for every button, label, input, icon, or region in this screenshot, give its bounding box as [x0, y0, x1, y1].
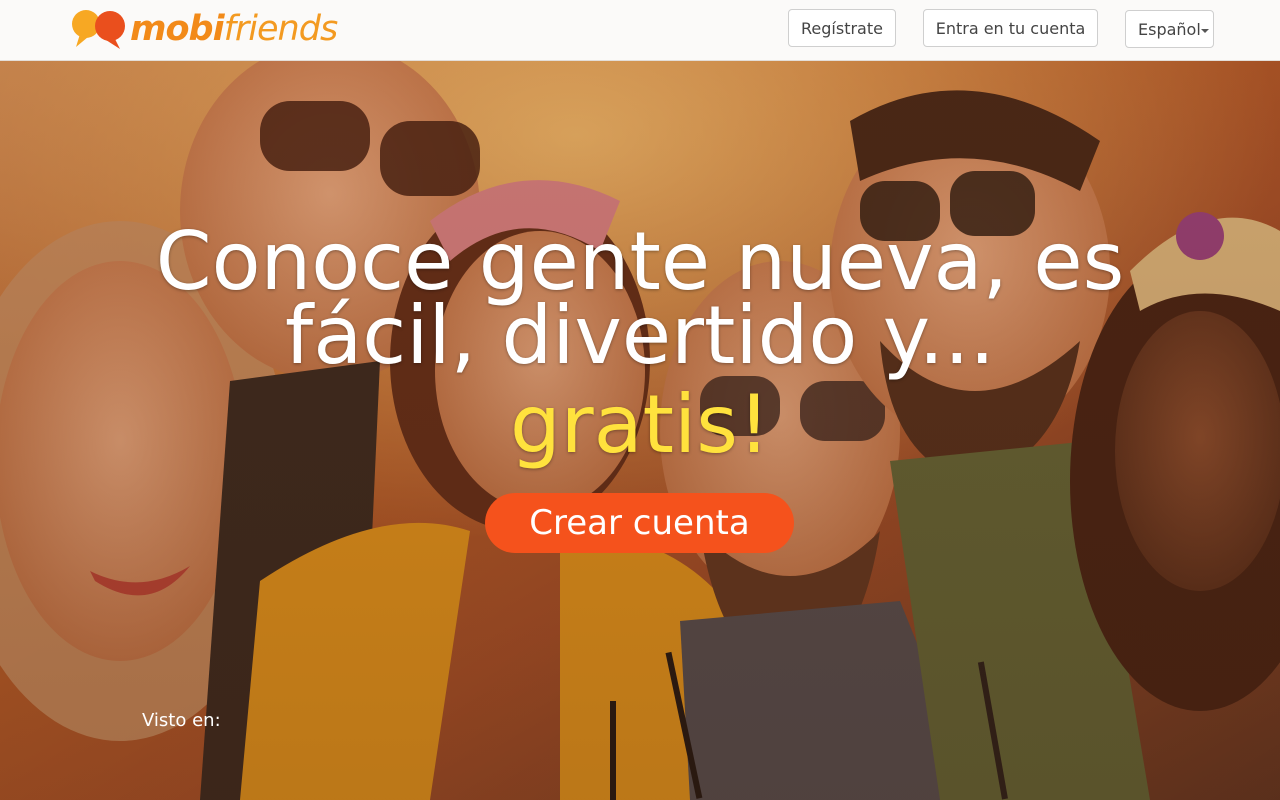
language-selected-value: Español	[1138, 19, 1201, 39]
top-header: mobifriends Regístrate Entra en tu cuent…	[0, 0, 1280, 61]
language-select[interactable]: Español	[1125, 10, 1214, 48]
register-button[interactable]: Regístrate	[788, 9, 896, 47]
seen-on-label: Visto en:	[142, 710, 221, 731]
login-button[interactable]: Entra en tu cuenta	[923, 9, 1098, 47]
brand-name-part1: mobi	[130, 9, 225, 49]
headline-line-1: Conoce gente nueva, es	[155, 215, 1125, 308]
speech-bubbles-logo-icon	[70, 7, 128, 51]
headline-line-2: fácil, divertido y...	[285, 289, 995, 382]
mobifriends-logo[interactable]: mobifriends	[70, 6, 339, 52]
caret-down-icon	[1201, 29, 1209, 33]
brand-wordmark: mobifriends	[130, 7, 339, 51]
create-account-button[interactable]: Crear cuenta	[485, 493, 794, 553]
brand-name-part2: friends	[223, 9, 339, 49]
hero-section: Conoce gente nueva, es fácil, divertido …	[0, 61, 1280, 800]
headline-highlight: gratis!	[509, 378, 771, 471]
